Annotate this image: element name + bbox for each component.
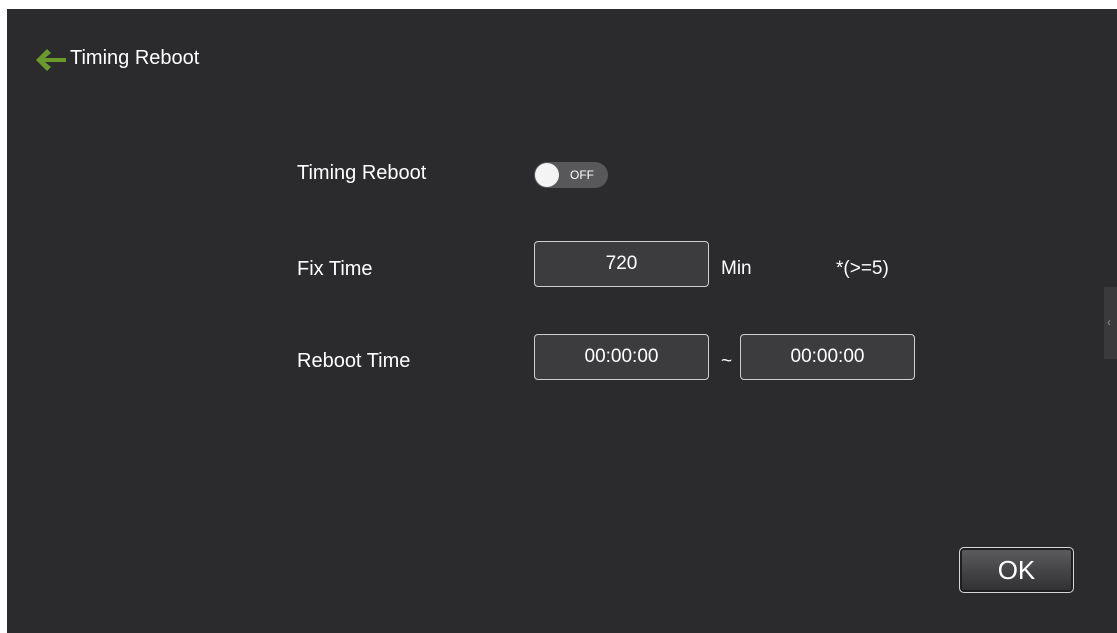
timing-reboot-screen: Timing Reboot Timing Reboot OFF Fix Time… [7,9,1117,633]
fix-time-hint: *(>=5) [836,258,889,279]
reboot-time-label: Reboot Time [297,350,411,372]
chevron-left-icon: ‹ [1107,315,1111,329]
side-drawer-handle[interactable]: ‹ [1104,287,1117,359]
arrow-left-icon[interactable] [34,47,68,73]
page-title: Timing Reboot [70,47,200,69]
reboot-time-separator: ~ [721,351,733,372]
fix-time-input[interactable]: 720 [534,241,709,287]
toggle-knob [535,163,559,187]
fix-time-unit: Min [721,258,752,279]
timing-reboot-toggle[interactable]: OFF [534,162,608,188]
timing-reboot-label: Timing Reboot [297,162,427,184]
reboot-time-end-input[interactable]: 00:00:00 [740,334,915,380]
fix-time-label: Fix Time [297,258,373,280]
toggle-state-text: OFF [570,168,594,182]
ok-button[interactable]: OK [959,547,1074,593]
reboot-time-start-input[interactable]: 00:00:00 [534,334,709,380]
